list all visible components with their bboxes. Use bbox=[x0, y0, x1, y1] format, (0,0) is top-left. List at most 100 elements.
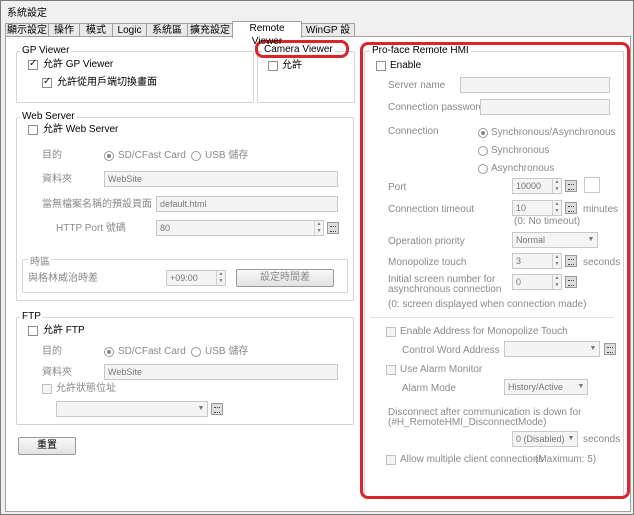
enable-addr-checkbox[interactable] bbox=[386, 327, 396, 337]
conn-sync-radio[interactable] bbox=[478, 146, 488, 156]
chevron-down-icon[interactable]: ▼ bbox=[195, 402, 207, 416]
conn-timeout-input[interactable]: 10 ▲ ▼ bbox=[512, 200, 562, 216]
http-port-keypad-icon[interactable] bbox=[327, 222, 339, 234]
disconnect-seconds-label: seconds bbox=[583, 434, 621, 445]
op-priority-select[interactable]: Normal ▼ bbox=[512, 232, 598, 248]
op-priority-value: Normal bbox=[516, 235, 546, 245]
conn-password-input[interactable] bbox=[480, 99, 610, 115]
initial-screen-input[interactable]: 0 ▲ ▼ bbox=[512, 274, 562, 290]
conn-password-label: Connection password bbox=[388, 102, 485, 113]
web-folder-input[interactable]: WebSite bbox=[104, 171, 338, 187]
status-address-keypad-icon[interactable] bbox=[211, 403, 223, 415]
remote-viewer-panel: GP Viewer 允許 GP Viewer 允許從用戶端切換畫面 Camera… bbox=[5, 36, 631, 512]
system-settings-window: 系統設定 顯示設定 操作 模式 Logic 系統區 擴充設定 Remote Vi… bbox=[0, 0, 634, 515]
allow-status-address-checkbox[interactable] bbox=[42, 384, 52, 394]
control-word-combo[interactable]: ▼ bbox=[504, 341, 600, 357]
default-page-label: 當無檔案名稱的預設頁面 bbox=[42, 199, 152, 210]
ftp-target-usb-label: USB 儲存 bbox=[205, 346, 249, 357]
monopolize-label: Monopolize touch bbox=[388, 257, 467, 268]
chevron-down-icon[interactable]: ▼ bbox=[575, 380, 587, 394]
http-port-spinner[interactable]: ▲ ▼ bbox=[314, 221, 323, 235]
tab-remote-viewer[interactable]: Remote Viewer bbox=[232, 21, 302, 47]
use-alarm-checkbox[interactable] bbox=[386, 365, 396, 375]
tab-extended[interactable]: 擴充設定 bbox=[187, 23, 233, 37]
monopolize-keypad-icon[interactable] bbox=[565, 255, 577, 267]
ftp-target-sd-radio[interactable] bbox=[104, 347, 114, 357]
use-alarm-label: Use Alarm Monitor bbox=[400, 364, 483, 375]
alarm-mode-label: Alarm Mode bbox=[402, 383, 456, 394]
status-address-combo[interactable]: ▼ bbox=[56, 401, 208, 417]
alarm-mode-select[interactable]: History/Active ▼ bbox=[504, 379, 588, 395]
web-target-sd-label: SD/CFast Card bbox=[118, 150, 186, 161]
initial-screen-spinner[interactable]: ▲ ▼ bbox=[552, 275, 561, 289]
gmt-offset-input[interactable]: +09:00 ▲ ▼ bbox=[166, 270, 226, 286]
allow-camera-viewer-label: 允許 bbox=[282, 60, 302, 71]
conn-sync-async-radio[interactable] bbox=[478, 128, 488, 138]
reset-button[interactable]: 重置 bbox=[18, 437, 76, 455]
web-target-sd-radio[interactable] bbox=[104, 151, 114, 161]
initial-screen-value: 0 bbox=[516, 277, 522, 287]
control-word-keypad-icon[interactable] bbox=[604, 343, 616, 355]
http-port-input[interactable]: 80 ▲ ▼ bbox=[156, 220, 324, 236]
allow-web-server-label: 允許 Web Server bbox=[43, 124, 119, 135]
tab-mode[interactable]: 模式 bbox=[79, 23, 113, 37]
chevron-down-icon[interactable]: ▼ bbox=[565, 432, 577, 446]
allow-multi-note: (Maximum: 5) bbox=[535, 454, 597, 465]
no-timeout-note: (0: No timeout) bbox=[514, 216, 581, 227]
remote-hmi-enable-checkbox[interactable] bbox=[376, 61, 386, 71]
port-keypad-icon[interactable] bbox=[565, 180, 577, 192]
divider bbox=[370, 317, 614, 318]
initial-screen-keypad-icon[interactable] bbox=[565, 276, 577, 288]
conn-timeout-minutes-label: minutes bbox=[583, 204, 619, 215]
conn-sync-async-label: Synchronous/Asynchronous bbox=[491, 127, 616, 138]
web-target-usb-label: USB 儲存 bbox=[205, 150, 249, 161]
allow-multi-label: Allow multiple client connections bbox=[400, 454, 544, 465]
allow-ftp-label: 允許 FTP bbox=[43, 325, 85, 336]
tab-system-area[interactable]: 系統區 bbox=[146, 23, 188, 37]
conn-timeout-keypad-icon[interactable] bbox=[565, 202, 577, 214]
default-page-input[interactable]: default.html bbox=[156, 196, 338, 212]
tab-operation[interactable]: 操作 bbox=[48, 23, 80, 37]
ftp-target-sd-label: SD/CFast Card bbox=[118, 346, 186, 357]
monopolize-seconds-label: seconds bbox=[583, 257, 621, 268]
connection-label: Connection bbox=[388, 126, 439, 137]
port-color-box[interactable] bbox=[584, 177, 600, 193]
allow-gp-viewer-checkbox[interactable] bbox=[28, 58, 38, 70]
monopolize-spinner[interactable]: ▲ ▼ bbox=[552, 254, 561, 268]
allow-web-server-checkbox[interactable] bbox=[28, 125, 38, 135]
tab-logic[interactable]: Logic bbox=[112, 23, 147, 37]
tab-display[interactable]: 顯示設定 bbox=[5, 23, 49, 37]
http-port-label: HTTP Port 號碼 bbox=[56, 223, 126, 234]
allow-multi-checkbox[interactable] bbox=[386, 455, 396, 465]
conn-timeout-label: Connection timeout bbox=[388, 204, 475, 215]
disconnect-value: 0 (Disabled) bbox=[516, 434, 565, 444]
tab-wingp[interactable]: WinGP 設定 bbox=[301, 23, 355, 49]
disconnect-select[interactable]: 0 (Disabled) ▼ bbox=[512, 431, 578, 447]
monopolize-input[interactable]: 3 ▲ ▼ bbox=[512, 253, 562, 269]
allow-camera-viewer-checkbox[interactable] bbox=[268, 61, 278, 71]
web-target-usb-radio[interactable] bbox=[191, 151, 201, 161]
port-input[interactable]: 10000 ▲ ▼ bbox=[512, 178, 562, 194]
chevron-down-icon[interactable]: ▼ bbox=[585, 233, 597, 247]
chevron-down-icon[interactable]: ▼ bbox=[587, 342, 599, 356]
allow-ftp-checkbox[interactable] bbox=[28, 326, 38, 336]
set-timezone-button[interactable]: 設定時間差 bbox=[236, 269, 334, 287]
port-label: Port bbox=[388, 182, 407, 193]
gmt-offset-spinner[interactable]: ▲ ▼ bbox=[216, 271, 225, 285]
disconnect-label-2: (#H_RemoteHMI_DisconnectMode) bbox=[388, 417, 547, 428]
conn-sync-label: Synchronous bbox=[491, 145, 550, 156]
server-name-input[interactable] bbox=[460, 77, 610, 93]
port-spinner[interactable]: ▲ ▼ bbox=[552, 179, 561, 193]
ftp-target-usb-radio[interactable] bbox=[191, 347, 201, 357]
camera-viewer-group bbox=[257, 51, 355, 103]
alarm-mode-value: History/Active bbox=[508, 382, 564, 392]
ftp-folder-label: 資料夾 bbox=[42, 367, 72, 378]
allow-switch-screen-checkbox[interactable] bbox=[42, 76, 52, 88]
remote-hmi-legend: Pro-face Remote HMI bbox=[370, 45, 471, 56]
http-port-value: 80 bbox=[160, 223, 171, 233]
ftp-folder-input[interactable]: WebSite bbox=[104, 364, 338, 380]
conn-timeout-spinner[interactable]: ▲ ▼ bbox=[552, 201, 561, 215]
allow-gp-viewer-label: 允許 GP Viewer bbox=[43, 59, 114, 70]
gmt-offset-label: 與格林威治時差 bbox=[28, 273, 98, 284]
conn-async-radio[interactable] bbox=[478, 164, 488, 174]
